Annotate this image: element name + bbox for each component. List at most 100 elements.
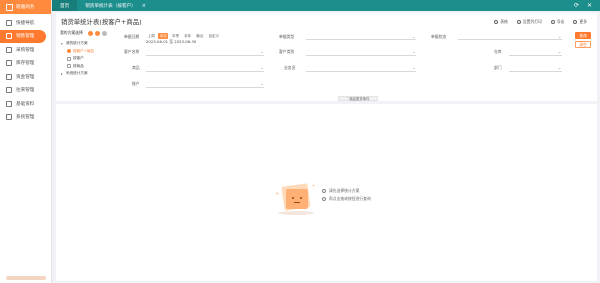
tree-node-customer-product[interactable]: 按客户+商品 — [61, 48, 120, 56]
empty-tip: 再点击查询按钮进行查询 — [322, 195, 371, 203]
logo-text: 晓雅商务 — [16, 5, 35, 10]
illustration-eye — [300, 197, 302, 199]
customer-category-select[interactable] — [306, 55, 416, 56]
chevron-down-icon: ⌄ — [558, 65, 562, 70]
report-panel: 销货单统计表(按客户+商品) 表格 设置列打印 导出 更多 我的方案选择 ▾ 我的… — [56, 13, 597, 281]
product-label: 商品 — [132, 65, 140, 70]
sidebar-item-sales[interactable]: 销售管理 — [0, 29, 46, 43]
customer-select[interactable] — [146, 55, 264, 56]
tab-home[interactable]: 首页 — [52, 0, 78, 11]
scheme-icon — [67, 56, 71, 61]
caret-right-icon: ▸ — [61, 71, 63, 76]
chevron-down-icon: ⌄ — [260, 81, 264, 86]
sidebar-item-purchase[interactable]: 采购管理 — [0, 43, 51, 57]
tree-node-label: 系统统计方案 — [66, 71, 88, 76]
illustration-mouth — [294, 202, 300, 203]
delete-scheme-icon[interactable] — [101, 30, 107, 36]
department-label: 部门 — [494, 65, 502, 70]
sparkle-icon: + — [275, 191, 280, 197]
tool-label: 更多 — [579, 19, 587, 24]
info-icon — [322, 189, 326, 193]
app-window: 晓雅商务 快捷导航 销售管理 采购管理 库存管理 资金管理 往来管理 基础资料 … — [0, 0, 600, 283]
logo: 晓雅商务 — [0, 0, 51, 14]
refresh-icon[interactable]: ⟳ — [574, 2, 579, 9]
cart-icon — [6, 46, 12, 53]
more-icon — [573, 20, 578, 24]
export-button[interactable]: 导出 — [550, 19, 565, 25]
empty-state-illustration: + + — [275, 181, 317, 219]
sidebar-item-label: 往来管理 — [16, 88, 35, 94]
chevron-down-icon: ⌄ — [260, 49, 264, 54]
sidebar-item-basic-data[interactable]: 基础资料 — [0, 97, 51, 111]
home-icon — [6, 19, 12, 26]
empty-tip-text: 再点击查询按钮进行查询 — [329, 196, 371, 201]
account-label: 账户 — [132, 81, 140, 86]
sidebar-nav: 快捷导航 销售管理 采购管理 库存管理 资金管理 往来管理 基础资料 系统管理 — [0, 14, 51, 124]
sidebar-item-label: 库存管理 — [16, 61, 35, 67]
scheme-header: 我的方案选择 — [58, 29, 120, 37]
customer-label: 客户名称 — [124, 49, 140, 54]
sidebar-item-funds[interactable]: 资金管理 — [0, 70, 51, 84]
close-icon[interactable]: × — [142, 3, 146, 9]
users-icon — [6, 87, 12, 94]
product-select[interactable] — [146, 71, 264, 72]
table-icon — [494, 20, 499, 24]
illustration-shadow — [278, 211, 314, 215]
print-icon — [516, 20, 521, 24]
tree-node-label: 按商品 — [73, 63, 84, 68]
edit-scheme-icon[interactable] — [94, 30, 100, 36]
illustration-box-front — [286, 189, 308, 209]
chevron-up-icon: ˄ — [346, 96, 349, 101]
scheme-pane: 我的方案选择 ▾ 我的统计方案 按客户+商品 按客户 按商品 ▸ 系统统计方案 — [58, 29, 120, 111]
caret-down-icon: ▾ — [61, 41, 63, 46]
date-range-input[interactable]: 2023-06-01 至 2023-06-30 — [146, 39, 196, 45]
sidebar-item-label: 采购管理 — [16, 47, 35, 53]
empty-tip: 请先选择统计方案 — [322, 187, 371, 195]
doc-type-select[interactable] — [306, 39, 416, 40]
warehouse-select[interactable] — [509, 55, 562, 56]
salesman-select[interactable] — [306, 71, 416, 72]
tree-node-customer[interactable]: 按客户 — [61, 55, 120, 63]
sidebar-footer-bar — [6, 276, 46, 280]
tab-sales-report[interactable]: 销货单统计表（按客户） × — [77, 0, 154, 11]
query-button[interactable]: 查询 — [575, 32, 591, 39]
sidebar-item-label: 基础资料 — [16, 101, 35, 107]
date-label: 单据日期 — [124, 34, 140, 39]
doc-status-select[interactable] — [458, 39, 562, 40]
sidebar: 晓雅商务 快捷导航 销售管理 采购管理 库存管理 资金管理 往来管理 基础资料 … — [0, 0, 52, 283]
tab-label: 销货单统计表（按客户） — [85, 3, 136, 9]
add-scheme-icon[interactable] — [87, 30, 93, 36]
scheme-selected-icon — [67, 49, 71, 54]
account-select[interactable] — [146, 87, 264, 88]
tool-label: 导出 — [556, 19, 565, 24]
box-icon — [6, 60, 12, 67]
empty-tip-text: 请先选择统计方案 — [329, 188, 360, 193]
tool-label: 设置列打印 — [522, 19, 542, 24]
sales-icon — [6, 33, 12, 40]
chevron-down-icon: ⌄ — [558, 34, 562, 39]
tree-node-system-schemes[interactable]: ▸ 系统统计方案 — [61, 70, 120, 78]
tool-label: 表格 — [500, 19, 508, 24]
close-window-icon[interactable]: ✕ — [587, 2, 592, 9]
tree-node-my-schemes[interactable]: ▾ 我的统计方案 — [61, 40, 120, 48]
department-select[interactable] — [509, 71, 562, 72]
sidebar-item-contacts[interactable]: 往来管理 — [0, 84, 51, 98]
tree-node-label: 我的统计方案 — [66, 41, 88, 46]
more-button[interactable]: 更多 — [573, 19, 587, 25]
table-button[interactable]: 表格 — [494, 19, 508, 25]
info-icon — [322, 197, 326, 201]
sidebar-item-label: 销售管理 — [16, 34, 35, 40]
sidebar-item-label: 资金管理 — [16, 74, 35, 80]
tree-node-product[interactable]: 按商品 — [61, 63, 120, 71]
doc-type-label: 单据类型 — [279, 34, 295, 39]
sidebar-item-inventory[interactable]: 库存管理 — [0, 57, 51, 71]
print-button[interactable]: 设置列打印 — [516, 19, 542, 25]
doc-status-label: 单据状态 — [431, 34, 447, 39]
date-chip[interactable]: 自定义 — [207, 33, 221, 39]
chevron-down-icon: ⌄ — [558, 49, 562, 54]
sidebar-item-quick-nav[interactable]: 快捷导航 — [0, 16, 51, 30]
reset-button[interactable]: 清空 — [575, 41, 591, 48]
chevron-down-icon: ⌄ — [412, 65, 416, 70]
tree-node-label: 按客户+商品 — [73, 48, 94, 53]
sidebar-item-system[interactable]: 系统管理 — [0, 111, 51, 125]
